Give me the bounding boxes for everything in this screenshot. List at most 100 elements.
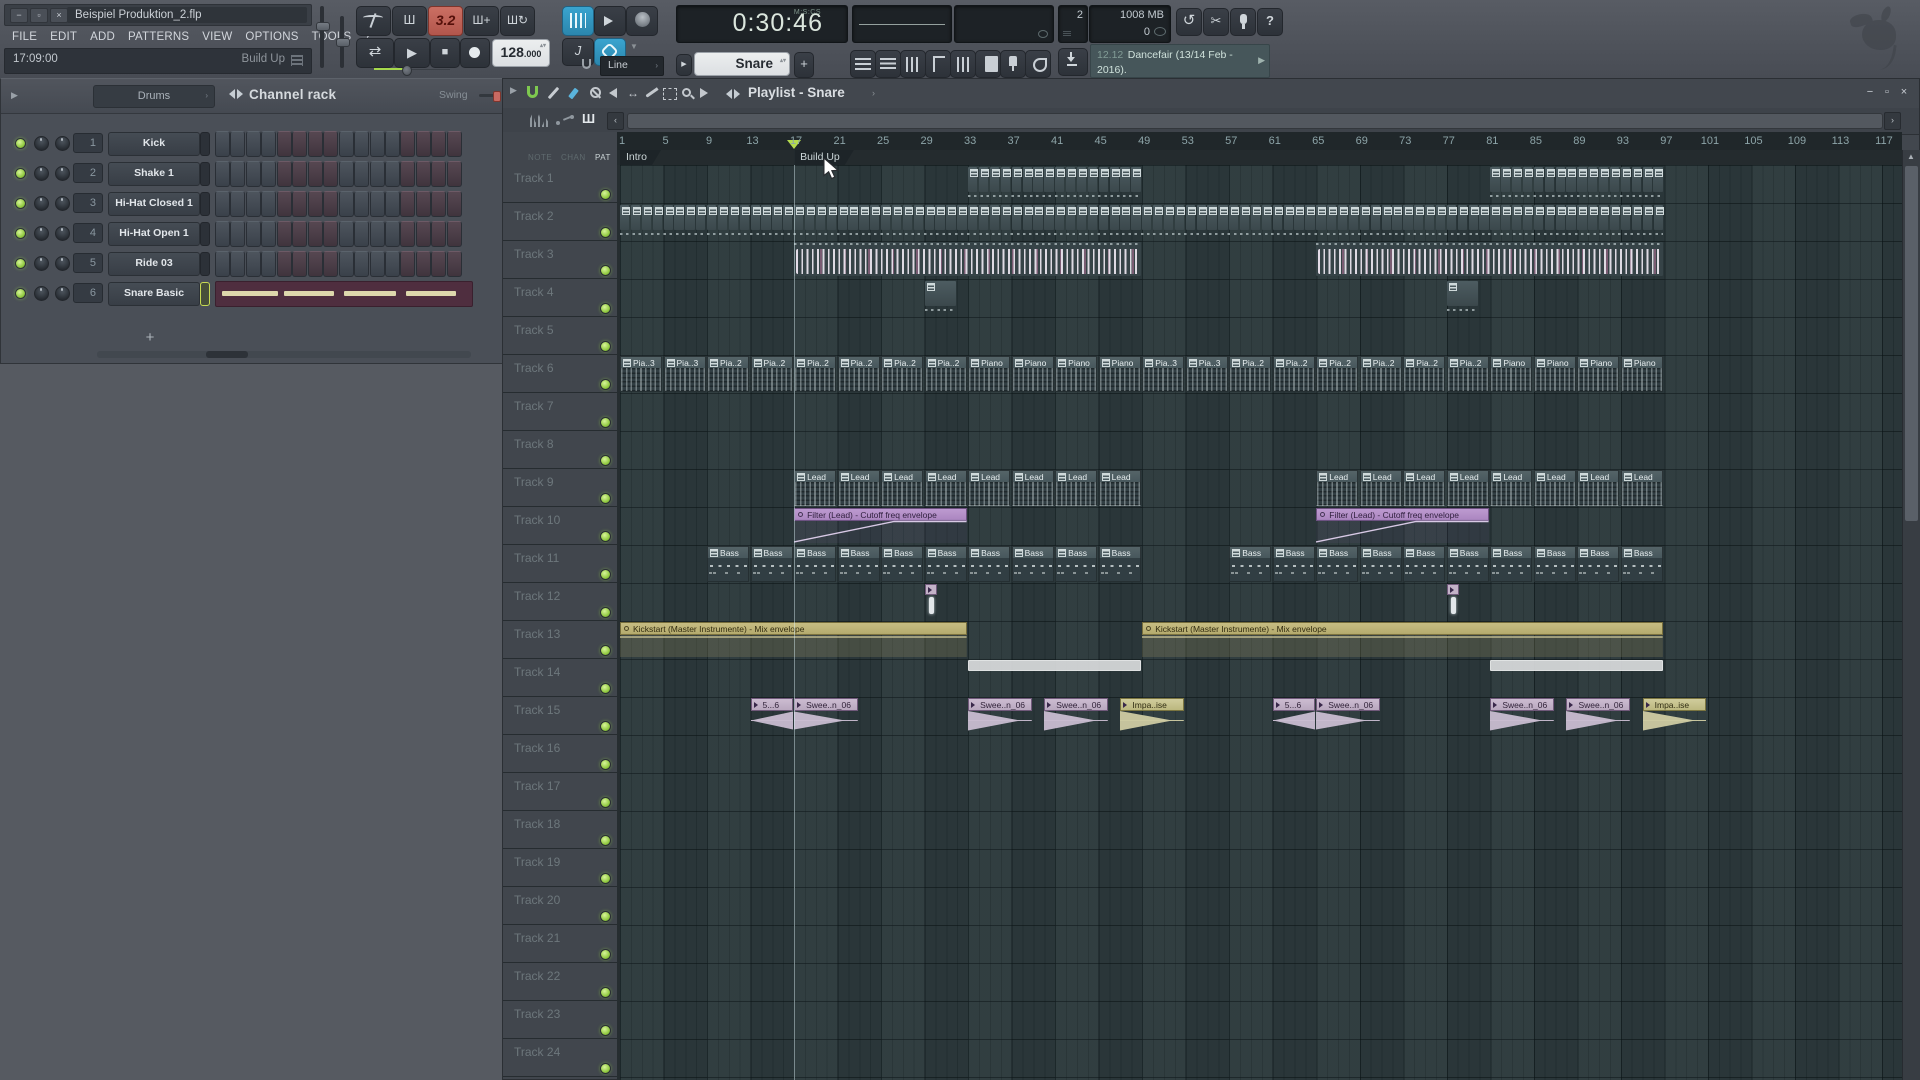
audio-hit-clip[interactable] [924, 584, 938, 618]
pattern-cell[interactable] [815, 205, 826, 230]
pattern-cell[interactable] [1501, 205, 1512, 230]
bass-pattern-clip[interactable]: Bass [707, 546, 750, 582]
step-cell[interactable] [384, 161, 400, 187]
scroll-up-icon[interactable]: ▲ [1905, 152, 1917, 161]
track-led[interactable] [600, 873, 611, 884]
track-led[interactable] [600, 341, 611, 352]
bass-pattern-clip[interactable]: Bass [1098, 546, 1141, 582]
pattern-cell[interactable] [1631, 167, 1642, 192]
pattern-cell[interactable] [1131, 167, 1142, 192]
pattern-cell[interactable] [1642, 167, 1653, 192]
pattern-spinner[interactable]: ▴▾ [780, 58, 786, 65]
track-led[interactable] [600, 759, 611, 770]
pattern-cell[interactable] [881, 205, 892, 230]
pencil-tool-icon[interactable] [547, 86, 568, 102]
pattern-cell[interactable] [630, 205, 641, 230]
audio-clip[interactable]: Swee..n_06 [1044, 698, 1109, 734]
pattern-cell[interactable] [1555, 205, 1566, 230]
pattern-cell[interactable] [1109, 167, 1120, 192]
roll-pattern-clip[interactable] [794, 242, 1141, 276]
step-cell[interactable] [354, 161, 370, 187]
channel-pan-knob[interactable] [34, 166, 49, 181]
pattern-cell[interactable] [1142, 205, 1153, 230]
pattern-cell[interactable] [1207, 205, 1218, 230]
pattern-cell[interactable] [1055, 167, 1066, 192]
pattern-cell[interactable] [1120, 167, 1131, 192]
bass-pattern-clip[interactable]: Bass [924, 546, 967, 582]
bass-pattern-clip[interactable]: Bass [1011, 546, 1054, 582]
news-arrow-icon[interactable]: ▶ [1258, 55, 1265, 66]
channel-select-indicator[interactable] [200, 222, 210, 246]
cut-tool-button[interactable]: ✂ [1203, 8, 1229, 36]
pattern-cell[interactable] [1011, 205, 1022, 230]
menu-add[interactable]: ADD [90, 31, 115, 43]
piano-pattern-clip[interactable]: Piano [1533, 356, 1576, 392]
pattern-cell[interactable] [1392, 205, 1403, 230]
minimize-button[interactable]: − [10, 8, 28, 23]
pattern-cell[interactable] [1490, 205, 1501, 230]
pattern-cell[interactable] [1381, 205, 1392, 230]
audio-hit-clip[interactable] [1446, 584, 1460, 618]
track-led[interactable] [600, 531, 611, 542]
pattern-cell[interactable] [717, 205, 728, 230]
step-cell[interactable] [245, 131, 261, 157]
lead-pattern-clip[interactable]: Lead [1011, 470, 1054, 506]
add-pattern-button[interactable]: + [794, 52, 814, 78]
step-cell[interactable] [431, 251, 447, 277]
channel-name-button[interactable]: Hi-Hat Open 1 [108, 222, 200, 246]
main-volume-slider[interactable] [316, 6, 330, 68]
bass-pattern-clip[interactable]: Bass [1490, 546, 1533, 582]
pattern-cell[interactable] [1599, 205, 1610, 230]
pattern-cell[interactable] [924, 281, 956, 306]
bass-pattern-clip[interactable]: Bass [794, 546, 837, 582]
pattern-cell[interactable] [1642, 205, 1653, 230]
piano-pattern-clip[interactable]: Pia..3 [1185, 356, 1228, 392]
pattern-cell[interactable] [1022, 167, 1033, 192]
channel-volume-knob[interactable] [55, 136, 70, 151]
channel-pan-knob[interactable] [34, 226, 49, 241]
pattern-cell[interactable] [804, 205, 815, 230]
bass-pattern-clip[interactable]: Bass [1272, 546, 1315, 582]
channel-volume-knob[interactable] [55, 226, 70, 241]
piano-pattern-clip[interactable]: Pia..3 [620, 356, 663, 392]
step-cell[interactable] [292, 251, 308, 277]
pattern-cell[interactable] [1218, 205, 1229, 230]
piano-pattern-clip[interactable]: Pia..3 [663, 356, 706, 392]
pattern-cell[interactable] [783, 205, 794, 230]
automation-clip[interactable]: Kickstart (Master Instrumente) - Mix env… [1142, 622, 1663, 658]
horizontal-scrollbar[interactable] [627, 113, 1883, 129]
step-cell[interactable] [354, 251, 370, 277]
bass-pattern-clip[interactable]: Bass [837, 546, 880, 582]
pattern-cell[interactable] [1359, 205, 1370, 230]
step-cell[interactable] [215, 251, 230, 277]
pattern-cell[interactable] [1087, 205, 1098, 230]
playlist-toggle-button[interactable] [850, 50, 876, 78]
pattern-cell[interactable] [826, 205, 837, 230]
piano-pattern-clip[interactable]: Pia..3 [1142, 356, 1185, 392]
playlist-close-button[interactable]: × [1896, 86, 1912, 98]
bass-pattern-clip[interactable]: Bass [1229, 546, 1272, 582]
pattern-cell[interactable] [1066, 167, 1077, 192]
step-cell[interactable] [446, 221, 462, 247]
pattern-cell[interactable] [1316, 205, 1327, 230]
pattern-cell[interactable] [1087, 167, 1098, 192]
undo-button[interactable]: ↺ [1176, 8, 1202, 36]
pattern-cell[interactable] [1414, 205, 1425, 230]
pattern-cell[interactable] [935, 205, 946, 230]
news-ticker[interactable]: 12.12 Dancefair (13/14 Feb - 2016). ▶ [1090, 44, 1270, 78]
automation-clip[interactable]: Filter (Lead) - Cutoff freq envelope [794, 508, 967, 544]
pattern-cell[interactable] [1490, 167, 1501, 192]
step-cell[interactable] [276, 161, 292, 187]
audio-clip[interactable]: Swee..n_06 [1490, 698, 1555, 734]
track-led[interactable] [600, 265, 611, 276]
pattern-cell[interactable] [913, 205, 924, 230]
pattern-cell[interactable] [1609, 205, 1620, 230]
pattern-cell[interactable] [1446, 205, 1457, 230]
delete-tool-icon[interactable] [590, 87, 606, 103]
step-cell[interactable] [230, 251, 246, 277]
step-cell[interactable] [338, 131, 354, 157]
pattern-clip[interactable] [924, 280, 956, 314]
track-led[interactable] [600, 607, 611, 618]
step-cell[interactable] [323, 251, 339, 277]
channel-pan-knob[interactable] [34, 256, 49, 271]
